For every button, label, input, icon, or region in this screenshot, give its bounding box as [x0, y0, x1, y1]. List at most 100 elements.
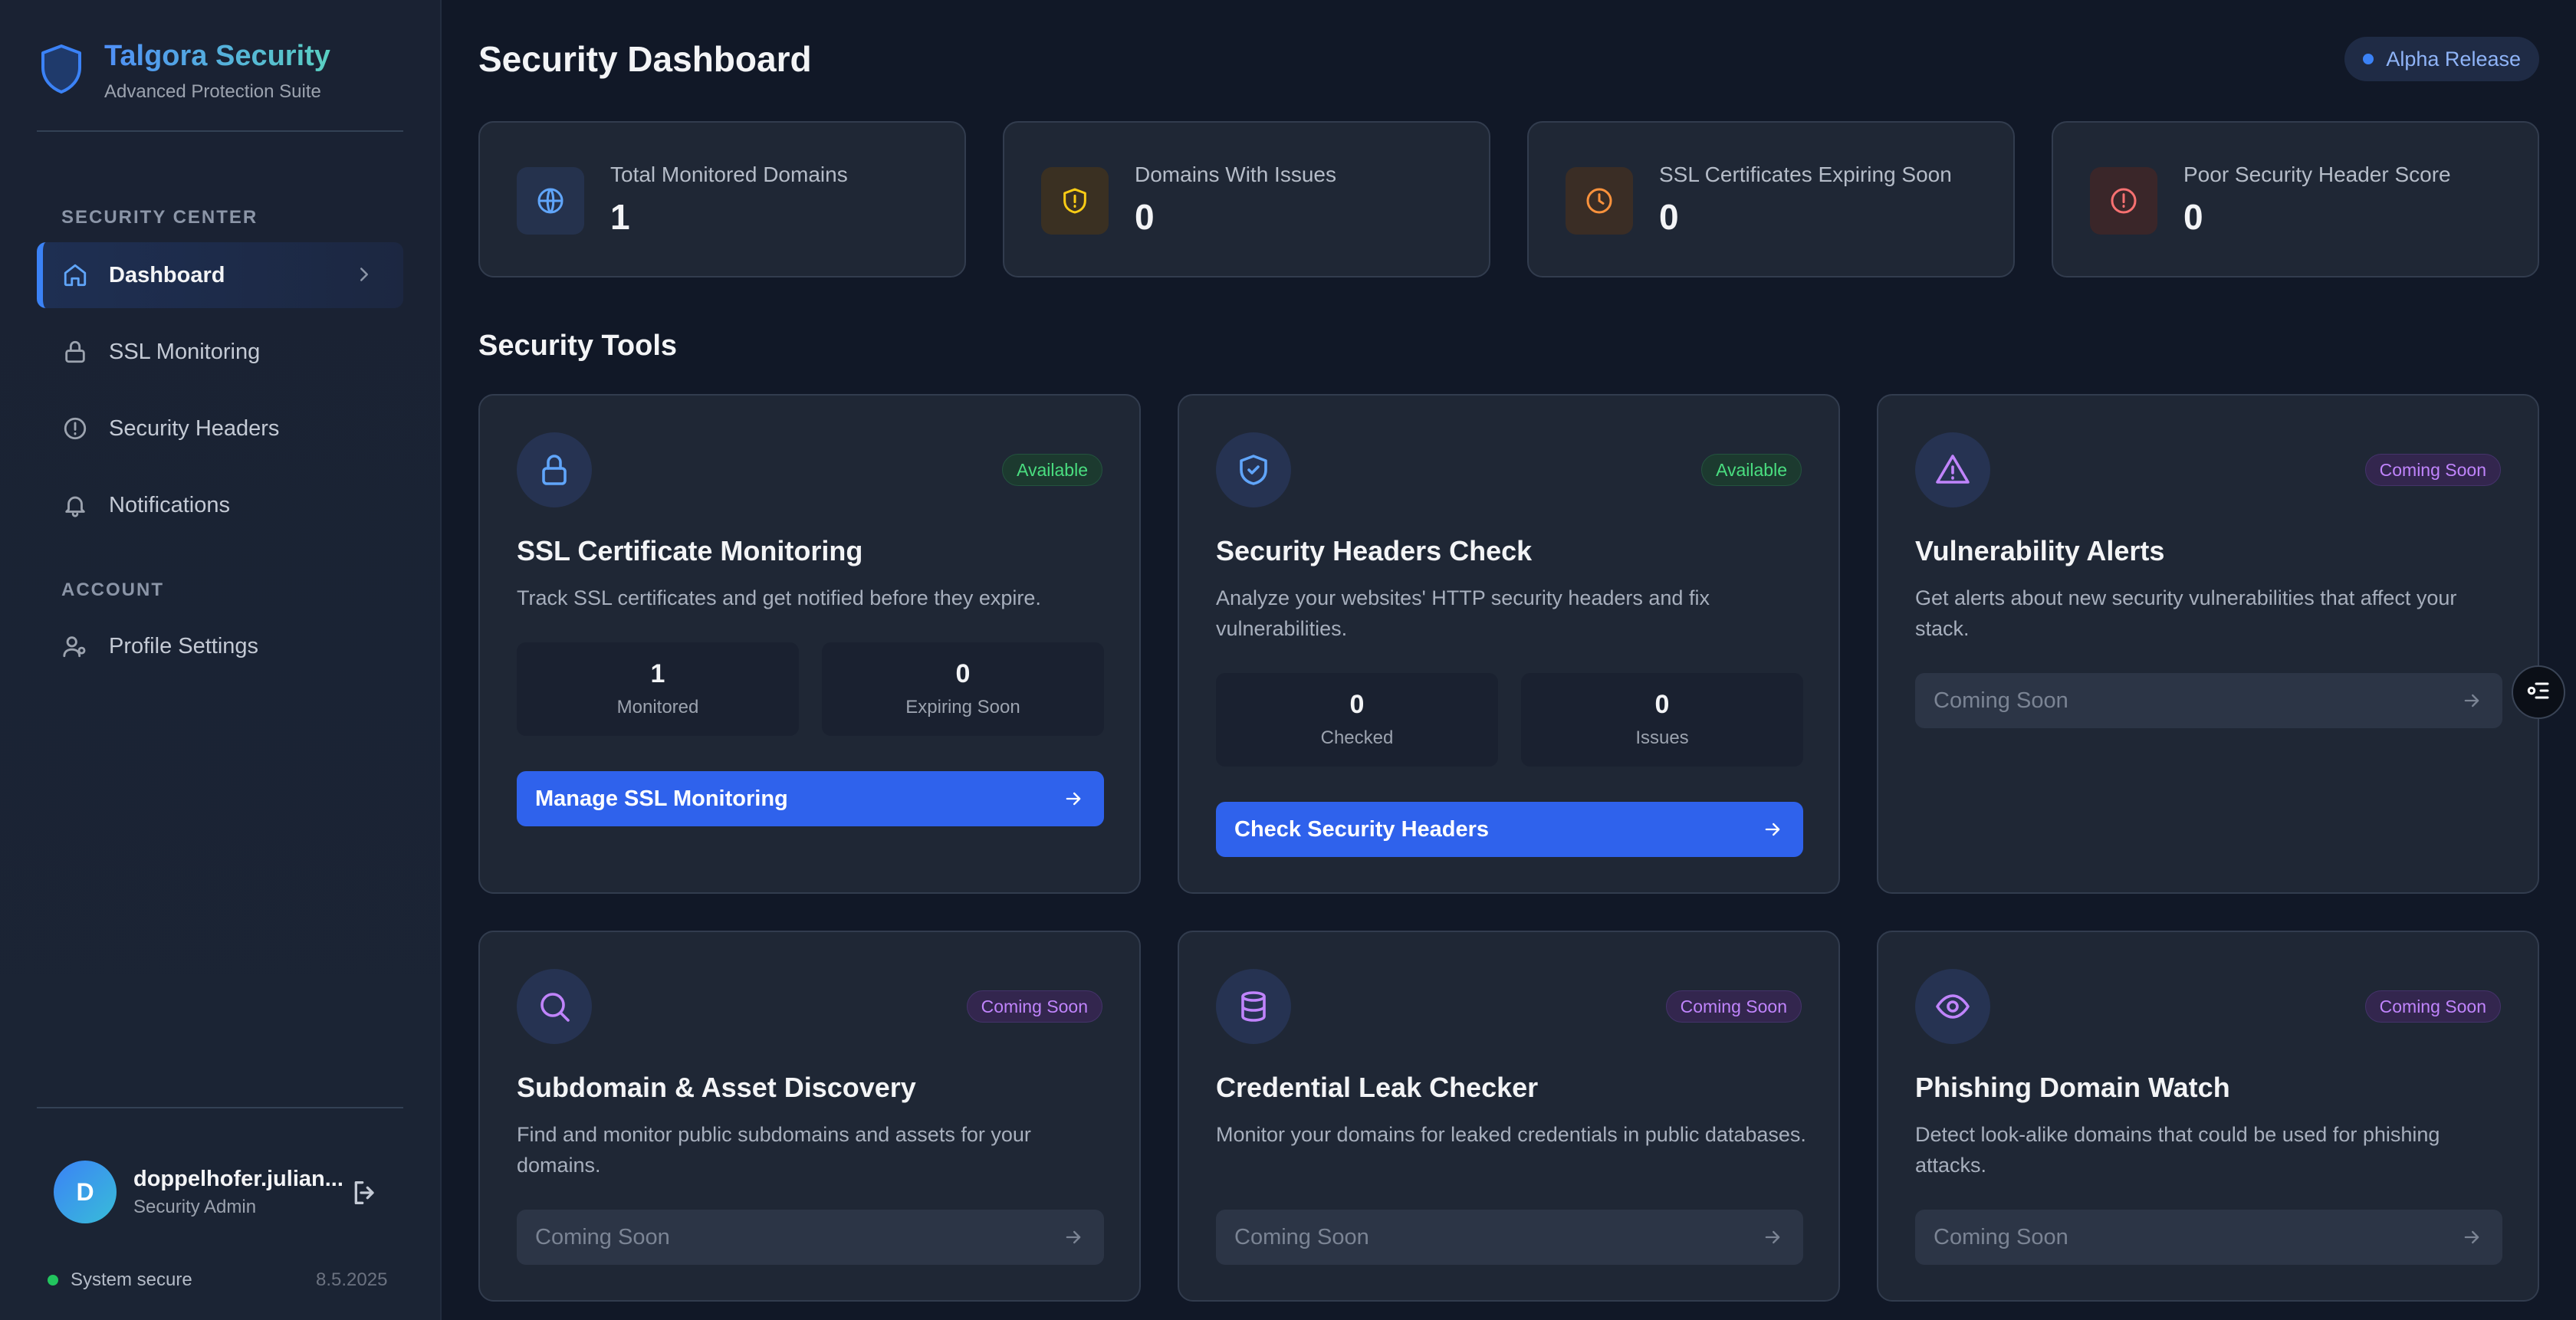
- tool-title: Credential Leak Checker: [1216, 1072, 1539, 1103]
- sidebar-item-label: SSL Monitoring: [109, 339, 261, 364]
- tool-card-ssl-monitoring: Available SSL Certificate Monitoring Tra…: [478, 394, 1141, 894]
- stat-card-total-domains: Total Monitored Domains 1: [478, 121, 966, 277]
- arrow-right-icon: [2461, 690, 2482, 717]
- tool-title: Subdomain & Asset Discovery: [517, 1072, 916, 1103]
- release-badge: Alpha Release: [2344, 37, 2539, 81]
- status-dot: [48, 1275, 58, 1286]
- sidebar-item-label: Notifications: [109, 492, 230, 517]
- database-icon: [1216, 969, 1291, 1044]
- manage-ssl-monitoring-button[interactable]: Manage SSL Monitoring: [517, 771, 1104, 826]
- stat-card-domains-with-issues: Domains With Issues 0: [1003, 121, 1490, 277]
- status-badge: Coming Soon: [2364, 454, 2501, 486]
- mini-stat-issues: 0 Issues: [1521, 673, 1803, 767]
- alert-circle-icon: [61, 415, 89, 442]
- system-date: 8.5.2025: [316, 1269, 388, 1290]
- alert-circle-icon: [2090, 167, 2157, 235]
- brand-text: Talgora Security Advanced Protection Sui…: [104, 38, 330, 103]
- mini-stat-value: 0: [955, 659, 971, 688]
- tool-card-credential-leak-checker: Coming Soon Credential Leak Checker Moni…: [1178, 931, 1840, 1302]
- chevron-right-icon: [353, 263, 376, 292]
- mini-stat-label: Issues: [1635, 727, 1689, 748]
- stat-value: 0: [1135, 197, 1155, 237]
- filter-settings-icon: [2525, 677, 2552, 708]
- button-label: Check Security Headers: [1234, 816, 1490, 842]
- tool-description: Analyze your websites' HTTP security hea…: [1216, 586, 1710, 640]
- arrow-right-icon: [1762, 819, 1783, 846]
- bell-icon: [61, 491, 89, 519]
- section-label-account: ACCOUNT: [61, 580, 164, 600]
- coming-soon-button[interactable]: Coming Soon: [1915, 1210, 2502, 1265]
- sidebar-divider: [37, 1107, 403, 1108]
- coming-soon-button[interactable]: Coming Soon: [1216, 1210, 1803, 1265]
- check-security-headers-button[interactable]: Check Security Headers: [1216, 802, 1803, 857]
- brand-title: Talgora Security: [104, 40, 330, 72]
- mini-stat-label: Monitored: [616, 697, 699, 717]
- status-dot: [2363, 54, 2374, 64]
- section-title-security-tools: Security Tools: [478, 330, 678, 362]
- user-settings-icon: [61, 632, 89, 660]
- lock-icon: [517, 432, 592, 507]
- status-badge: Available: [1002, 454, 1102, 486]
- sidebar-item-label: Security Headers: [109, 415, 280, 441]
- coming-soon-button[interactable]: Coming Soon: [517, 1210, 1104, 1265]
- system-status: System secure: [48, 1269, 192, 1291]
- sidebar-item-ssl-monitoring[interactable]: SSL Monitoring: [37, 319, 403, 385]
- sidebar-divider: [37, 130, 403, 132]
- arrow-right-icon: [1063, 788, 1084, 816]
- mini-stat-label: Checked: [1320, 727, 1394, 748]
- user-role: Security Admin: [133, 1196, 257, 1217]
- warning-triangle-icon: [1915, 432, 1990, 507]
- mini-stat-value: 1: [650, 659, 665, 688]
- tool-description: Monitor your domains for leaked credenti…: [1216, 1123, 1806, 1146]
- tool-card-security-headers: Available Security Headers Check Analyze…: [1178, 394, 1840, 894]
- floating-settings-button[interactable]: [2512, 665, 2565, 719]
- status-badge: Coming Soon: [966, 990, 1102, 1023]
- stat-label: SSL Certificates Expiring Soon: [1659, 163, 1952, 186]
- sidebar-item-notifications[interactable]: Notifications: [37, 472, 403, 538]
- stat-label: Poor Security Header Score: [2183, 163, 2451, 186]
- main-content: Security Dashboard Alpha Release Total M…: [442, 0, 2576, 1320]
- sidebar-item-label: Dashboard: [109, 262, 225, 287]
- sidebar-item-dashboard[interactable]: Dashboard: [37, 242, 403, 308]
- search-icon: [517, 969, 592, 1044]
- mini-stat-checked: 0 Checked: [1216, 673, 1498, 767]
- logout-icon[interactable]: [350, 1177, 380, 1212]
- app-root: Talgora Security Advanced Protection Sui…: [0, 0, 2576, 1320]
- shield-logo-icon: [37, 41, 86, 97]
- sidebar-item-security-headers[interactable]: Security Headers: [37, 396, 403, 461]
- tool-card-phishing-domain-watch: Coming Soon Phishing Domain Watch Detect…: [1877, 931, 2539, 1302]
- stat-value: 1: [610, 197, 630, 237]
- tool-title: Security Headers Check: [1216, 535, 1533, 566]
- button-label: Coming Soon: [535, 1224, 670, 1249]
- eye-icon: [1915, 969, 1990, 1044]
- section-label-security-center: SECURITY CENTER: [61, 207, 258, 228]
- sidebar-item-profile-settings[interactable]: Profile Settings: [37, 613, 403, 679]
- tool-title: Phishing Domain Watch: [1915, 1072, 2230, 1103]
- stat-value: 0: [1659, 197, 1679, 237]
- mini-stat-expiring-soon: 0 Expiring Soon: [822, 642, 1104, 736]
- stat-label: Total Monitored Domains: [610, 163, 848, 186]
- tool-description: Detect look-alike domains that could be …: [1915, 1123, 2440, 1177]
- home-icon: [61, 261, 89, 289]
- release-badge-label: Alpha Release: [2386, 47, 2521, 71]
- arrow-right-icon: [2461, 1226, 2482, 1254]
- page-title: Security Dashboard: [478, 39, 812, 79]
- tool-card-vulnerability-alerts: Coming Soon Vulnerability Alerts Get ale…: [1877, 394, 2539, 894]
- stat-label: Domains With Issues: [1135, 163, 1336, 186]
- user-info: doppelhofer.julian... Security Admin: [133, 1167, 343, 1218]
- tool-card-subdomain-discovery: Coming Soon Subdomain & Asset Discovery …: [478, 931, 1141, 1302]
- system-status-text: System secure: [71, 1269, 192, 1290]
- mini-stat-value: 0: [1654, 690, 1670, 719]
- tool-title: Vulnerability Alerts: [1915, 535, 2165, 566]
- user-profile[interactable]: D doppelhofer.julian... Security Admin: [54, 1161, 343, 1223]
- arrow-right-icon: [1063, 1226, 1084, 1254]
- coming-soon-button[interactable]: Coming Soon: [1915, 673, 2502, 728]
- stat-card-ssl-expiring: SSL Certificates Expiring Soon 0: [1527, 121, 2015, 277]
- brand[interactable]: Talgora Security Advanced Protection Sui…: [37, 38, 330, 103]
- tool-description: Find and monitor public subdomains and a…: [517, 1123, 1031, 1177]
- status-badge: Coming Soon: [2364, 990, 2501, 1023]
- tool-title: SSL Certificate Monitoring: [517, 535, 863, 566]
- button-label: Manage SSL Monitoring: [535, 786, 788, 811]
- arrow-right-icon: [1762, 1226, 1783, 1254]
- sidebar: Talgora Security Advanced Protection Sui…: [0, 0, 442, 1320]
